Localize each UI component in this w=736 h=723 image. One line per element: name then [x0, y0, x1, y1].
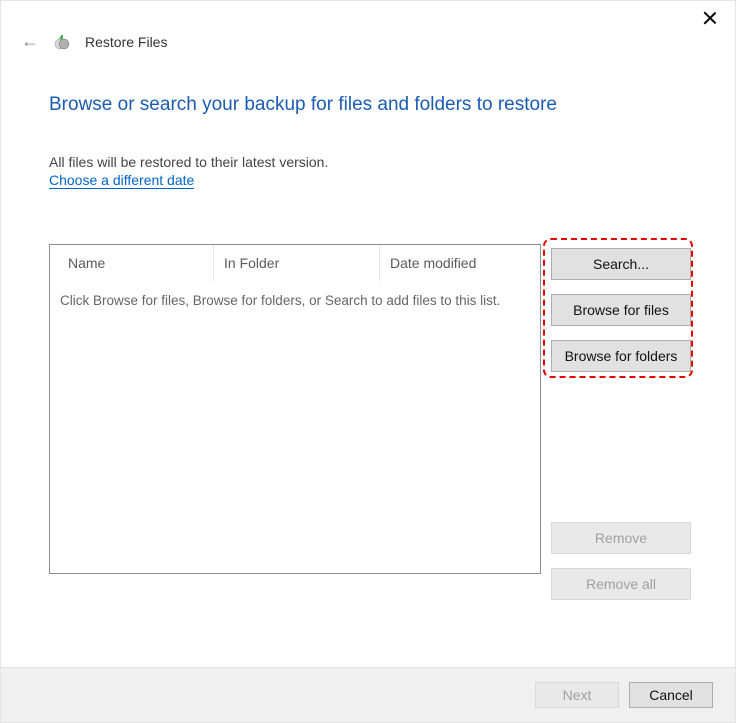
- file-list[interactable]: Name In Folder Date modified Click Brows…: [49, 244, 541, 574]
- choose-date-link[interactable]: Choose a different date: [49, 172, 194, 189]
- next-button: Next: [535, 682, 619, 708]
- page-heading: Browse or search your backup for files a…: [49, 94, 691, 116]
- wizard-header: ← Restore Files: [1, 25, 735, 54]
- content-area: Browse or search your backup for files a…: [1, 54, 735, 667]
- browse-folders-button[interactable]: Browse for folders: [551, 340, 691, 372]
- column-name[interactable]: Name: [50, 245, 214, 281]
- list-header: Name In Folder Date modified: [50, 245, 540, 281]
- column-date[interactable]: Date modified: [380, 245, 540, 281]
- column-folder[interactable]: In Folder: [214, 245, 380, 281]
- remove-button: Remove: [551, 522, 691, 554]
- empty-list-text: Click Browse for files, Browse for folde…: [50, 281, 540, 308]
- sidebar-buttons: Search... Browse for files Browse for fo…: [551, 244, 691, 600]
- cancel-button[interactable]: Cancel: [629, 682, 713, 708]
- main-area: Name In Folder Date modified Click Brows…: [49, 244, 691, 600]
- browse-files-button[interactable]: Browse for files: [551, 294, 691, 326]
- window-title: Restore Files: [85, 34, 167, 50]
- footer: Next Cancel: [1, 667, 735, 722]
- restore-icon: [53, 33, 71, 51]
- remove-all-button: Remove all: [551, 568, 691, 600]
- titlebar: [1, 1, 735, 25]
- restore-files-dialog: ← Restore Files Browse or search your ba…: [0, 0, 736, 723]
- search-button[interactable]: Search...: [551, 248, 691, 280]
- back-arrow-icon[interactable]: ←: [21, 31, 39, 52]
- subtext: All files will be restored to their late…: [49, 154, 691, 170]
- close-icon[interactable]: [703, 11, 717, 25]
